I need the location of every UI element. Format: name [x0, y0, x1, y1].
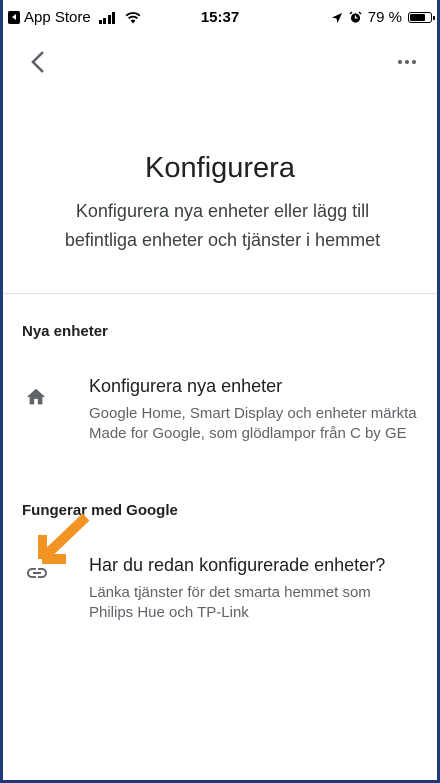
home-icon: [25, 386, 47, 413]
list-item-title: Har du redan konfigurerade enheter?: [89, 555, 386, 575]
page-subtitle: Konfigurera nya enheter eller lägg till …: [64, 201, 381, 250]
more-dot-icon: [412, 60, 416, 64]
more-dot-icon: [398, 60, 402, 64]
alarm-icon: [349, 11, 362, 23]
battery-percent: 79 %: [367, 9, 402, 26]
more-options-button[interactable]: [398, 55, 424, 69]
list-item-title: Konfigurera nya enheter: [89, 376, 283, 396]
section-header-new-devices: Nya enheter: [22, 323, 108, 340]
more-dot-icon: [405, 60, 409, 64]
chevron-left-icon: [31, 51, 44, 73]
divider: [3, 293, 437, 294]
list-item-description: Länka tjänster för det smarta hemmet som…: [89, 584, 371, 621]
location-icon: [331, 12, 342, 23]
arrow-icon: [38, 513, 90, 564]
list-item-description: Google Home, Smart Display och enheter m…: [89, 405, 417, 442]
status-bar: App Store 15:37 79 %: [0, 0, 440, 36]
battery-icon: [408, 12, 435, 23]
page-title: Konfigurera: [145, 152, 295, 184]
list-item-setup-new-devices[interactable]: Konfigurera nya enheter Google Home, Sma…: [0, 372, 440, 468]
back-button[interactable]: [24, 48, 52, 76]
